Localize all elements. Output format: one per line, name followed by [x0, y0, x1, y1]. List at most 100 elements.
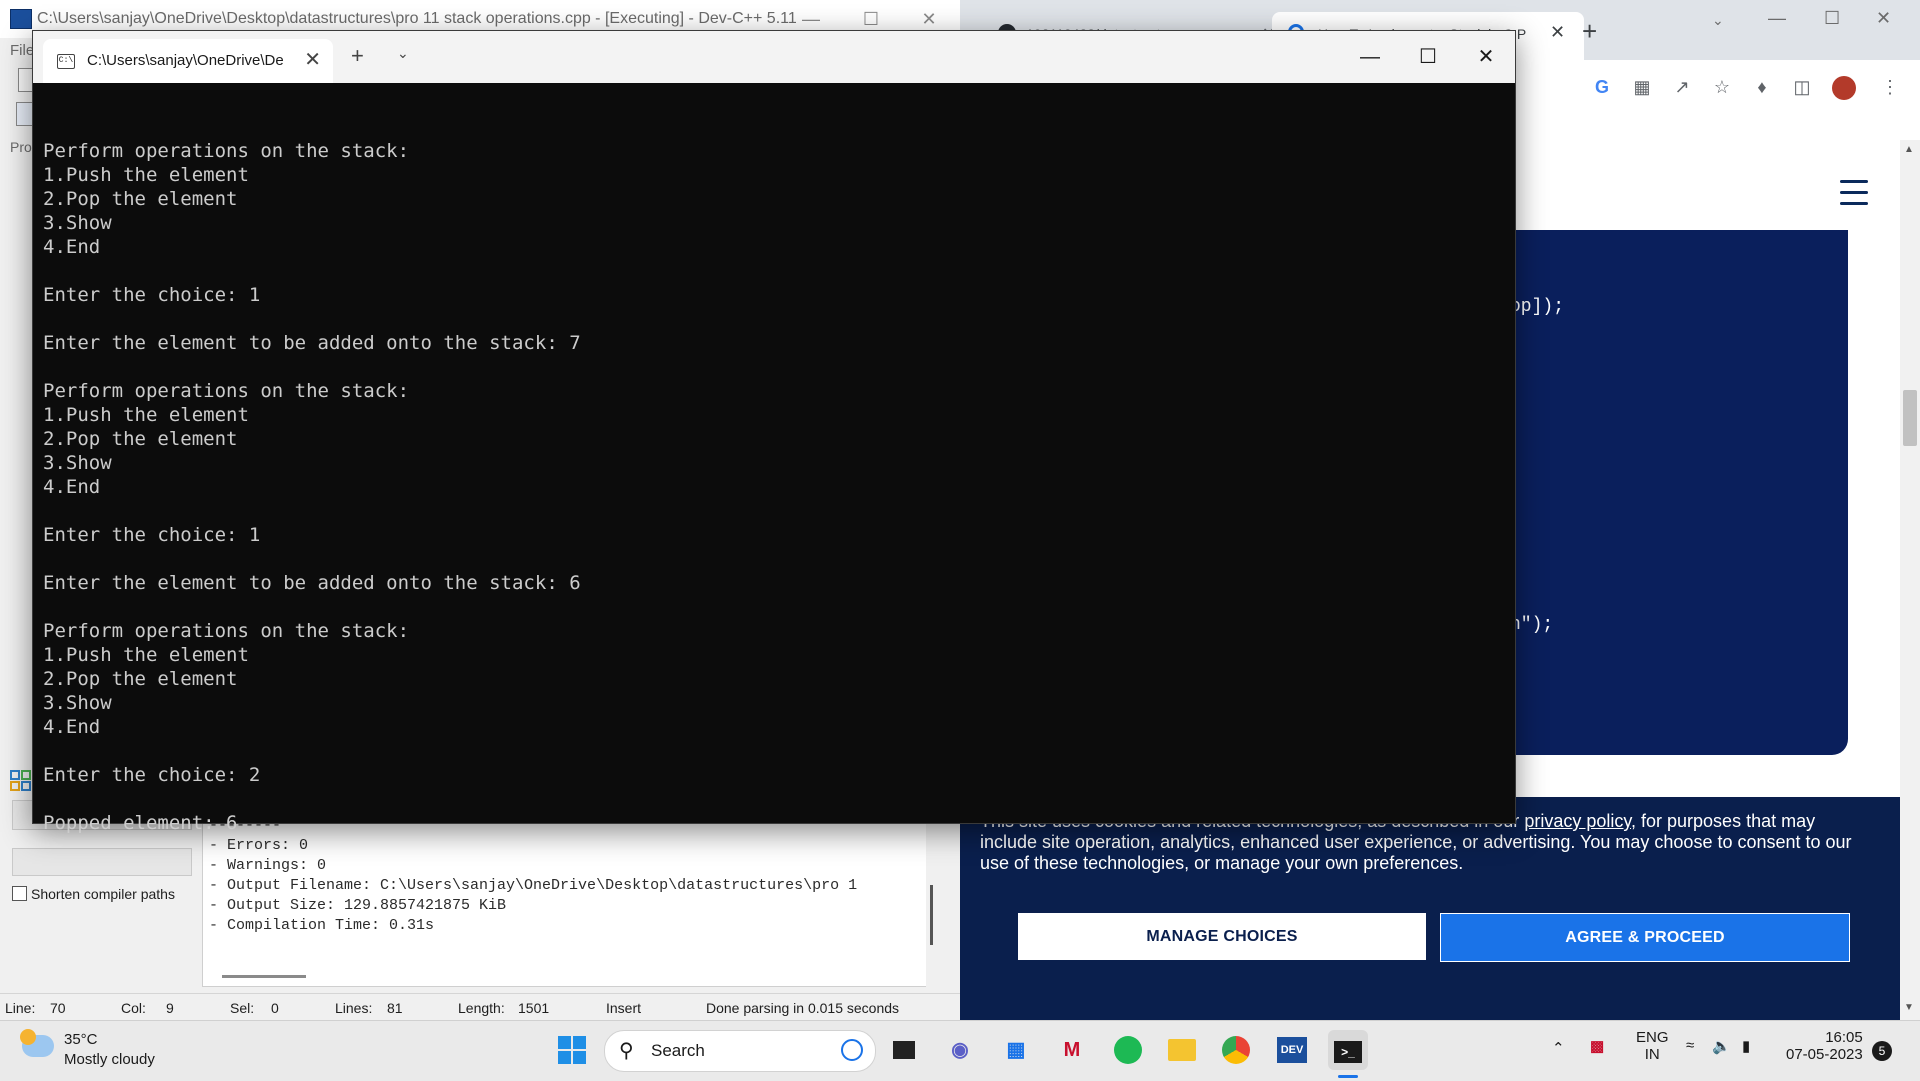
file-explorer-icon[interactable]	[1162, 1030, 1202, 1070]
google-lens-icon[interactable]: G	[1590, 75, 1614, 99]
status-length-value: 1501	[518, 1000, 550, 1016]
shorten-paths-checkbox[interactable]	[12, 886, 27, 901]
scrollbar-thumb[interactable]	[1903, 390, 1917, 446]
terminal-maximize-icon[interactable]: ☐	[1399, 31, 1457, 83]
menu-file[interactable]: File	[10, 42, 34, 59]
extensions-icon[interactable]: ♦	[1750, 75, 1774, 99]
start-windows-icon[interactable]	[552, 1030, 592, 1070]
devcpp-app-icon	[10, 9, 32, 29]
code-fragment: op]);	[1510, 297, 1565, 317]
weather-widget[interactable]: 35°C Mostly cloudy	[20, 1029, 222, 1071]
clock-time: 16:05	[1825, 1029, 1863, 1046]
status-line-label: Line:	[5, 1000, 36, 1016]
teams-chat-icon[interactable]: ◉	[940, 1030, 980, 1070]
compile-log-hscroll-thumb[interactable]	[222, 975, 306, 978]
agree-proceed-button[interactable]: AGREE & PROCEED	[1440, 913, 1850, 962]
profile-avatar[interactable]	[1832, 76, 1856, 100]
terminal-tab[interactable]: C:\ C:\Users\sanjay\OneDrive\De ✕	[43, 39, 333, 83]
status-parse-info: Done parsing in 0.015 seconds	[706, 1000, 900, 1016]
devcpp-icon-label: DEV	[1277, 1037, 1307, 1063]
terminal-taskbar-icon[interactable]: >_	[1328, 1030, 1368, 1070]
terminal-close-icon[interactable]: ✕	[1457, 31, 1515, 83]
search-icon: ⚲	[619, 1040, 634, 1062]
console-line: Perform operations on the stack:	[43, 380, 410, 402]
console-line: 2.Pop the element	[43, 428, 238, 450]
shorten-paths-label: Shorten compiler paths	[31, 886, 175, 902]
search-placeholder: Search	[651, 1041, 705, 1060]
volume-muted-icon[interactable]: 🔈	[1712, 1037, 1731, 1055]
share-icon[interactable]: ↗	[1670, 75, 1694, 99]
new-tab-icon[interactable]: +	[1582, 16, 1597, 47]
language-indicator[interactable]: ENG IN	[1636, 1029, 1669, 1063]
side-panel-icon[interactable]: ◫	[1790, 75, 1814, 99]
status-line-value: 70	[50, 1000, 66, 1016]
shorten-paths-option[interactable]: Shorten compiler paths	[12, 886, 175, 902]
tab-dropdown-icon[interactable]: ⌄	[397, 45, 409, 62]
weather-condition: Mostly cloudy	[64, 1051, 155, 1068]
console-line: 4.End	[43, 716, 101, 738]
show-hidden-icons[interactable]: ⌃	[1552, 1039, 1565, 1057]
console-line: Enter the choice: 2	[43, 764, 261, 786]
console-icon: C:\	[57, 54, 75, 69]
code-fragment: n");	[1510, 615, 1554, 635]
devcpp-taskbar-icon[interactable]: DEV	[1272, 1030, 1312, 1070]
status-sel-value: 0	[271, 1000, 279, 1016]
console-line: 3.Show	[43, 692, 112, 714]
mcafee-icon[interactable]: M	[1052, 1030, 1092, 1070]
chrome-close-icon[interactable]: ✕	[1876, 8, 1891, 29]
compile-log-scrollbar[interactable]	[926, 815, 938, 987]
bookmark-star-icon[interactable]: ☆	[1710, 75, 1734, 99]
chrome-menu-icon[interactable]: ⋮	[1880, 75, 1900, 99]
scroll-up-icon[interactable]: ▲	[1904, 144, 1914, 155]
manage-choices-button[interactable]: MANAGE CHOICES	[1018, 913, 1426, 960]
bing-icon[interactable]	[841, 1039, 863, 1061]
translate-icon[interactable]: ▦	[1630, 75, 1654, 99]
wifi-icon[interactable]: ≈	[1686, 1037, 1694, 1054]
clock-date: 07-05-2023	[1786, 1046, 1863, 1063]
hamburger-menu-icon[interactable]	[1840, 180, 1868, 213]
cloud-sun-icon	[20, 1029, 54, 1057]
devcpp-window-title: C:\Users\sanjay\OneDrive\Desktop\datastr…	[37, 10, 797, 27]
status-col-label: Col:	[121, 1000, 146, 1016]
console-line: Perform operations on the stack:	[43, 140, 410, 162]
notification-badge[interactable]: 5	[1872, 1041, 1892, 1061]
battery-icon[interactable]: ▮	[1742, 1037, 1750, 1055]
tab-close-icon[interactable]: ✕	[1550, 22, 1565, 43]
compiler-field[interactable]	[12, 848, 192, 876]
status-sel-label: Sel:	[230, 1000, 255, 1016]
terminal-titlebar: C:\ C:\Users\sanjay\OneDrive\De ✕ + ⌄ — …	[33, 31, 1515, 83]
console-output[interactable]: Perform operations on the stack: 1.Push t…	[43, 115, 1503, 834]
spotify-icon[interactable]	[1108, 1030, 1148, 1070]
microsoft-store-icon[interactable]: ▦	[996, 1030, 1036, 1070]
mcafee-tray-icon[interactable]: ▩	[1590, 1037, 1604, 1055]
new-tab-icon[interactable]: +	[351, 43, 364, 69]
tab-close-icon[interactable]: ✕	[304, 47, 321, 72]
scroll-down-icon[interactable]: ▼	[1904, 1002, 1914, 1013]
privacy-policy-link[interactable]: privacy policy	[1524, 811, 1631, 831]
project-panel-label[interactable]: Pro	[10, 139, 32, 155]
chrome-minimize-icon[interactable]: —	[1768, 8, 1786, 29]
page-scrollbar[interactable]: ▲ ▼	[1900, 140, 1920, 1020]
weather-temperature: 35°C	[64, 1031, 98, 1048]
console-line: 2.Pop the element	[43, 188, 238, 210]
taskbar: 35°C Mostly cloudy ⚲ Search ◉ ▦ M DEV >_…	[0, 1020, 1920, 1081]
status-lines-label: Lines:	[335, 1000, 373, 1016]
chrome-maximize-icon[interactable]: ☐	[1824, 8, 1840, 29]
tab-search-icon[interactable]: ⌄	[1712, 12, 1724, 29]
task-view-icon[interactable]	[884, 1030, 924, 1070]
terminal-minimize-icon[interactable]: —	[1341, 31, 1399, 83]
taskbar-search[interactable]: ⚲ Search	[604, 1030, 876, 1072]
console-line: 3.Show	[43, 212, 112, 234]
chrome-icon[interactable]	[1216, 1030, 1256, 1070]
clock[interactable]: 16:05 07-05-2023	[1786, 1029, 1863, 1063]
log-line: - Output Filename: C:\Users\sanjay\OneDr…	[209, 877, 858, 894]
terminal-window[interactable]: C:\ C:\Users\sanjay\OneDrive\De ✕ + ⌄ — …	[32, 30, 1516, 834]
console-line: 1.Push the element	[43, 164, 249, 186]
console-line: 4.End	[43, 476, 101, 498]
